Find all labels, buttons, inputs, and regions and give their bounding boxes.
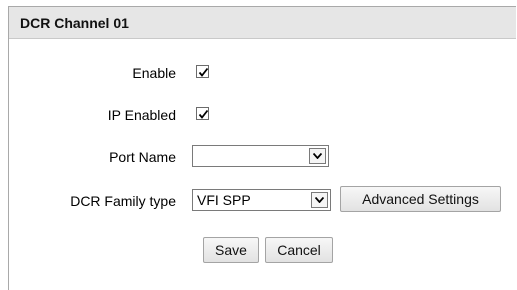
port-name-row: Port Name <box>9 145 516 169</box>
port-name-select[interactable] <box>192 145 329 167</box>
chevron-down-icon[interactable] <box>309 148 326 164</box>
channel-panel: DCR Channel 01 Enable IP Enabled Port Na… <box>8 6 516 290</box>
enable-label: Enable <box>132 65 176 81</box>
ip-enabled-checkbox[interactable] <box>196 107 209 120</box>
panel-title: DCR Channel 01 <box>9 7 516 39</box>
family-type-select[interactable]: VFI SPP <box>192 189 331 211</box>
enable-row: Enable <box>9 61 516 85</box>
family-type-label: DCR Family type <box>70 193 176 209</box>
port-name-label: Port Name <box>109 149 176 165</box>
save-button[interactable]: Save <box>203 237 259 263</box>
cancel-button[interactable]: Cancel <box>265 237 333 263</box>
family-type-value: VFI SPP <box>197 192 251 208</box>
checkmark-icon <box>198 67 209 77</box>
ip-enabled-label: IP Enabled <box>107 107 176 123</box>
chevron-down-icon[interactable] <box>311 192 328 208</box>
ip-enabled-row: IP Enabled <box>9 103 516 127</box>
enable-checkbox[interactable] <box>196 65 209 78</box>
checkmark-icon <box>198 109 209 119</box>
advanced-settings-button[interactable]: Advanced Settings <box>340 186 501 212</box>
